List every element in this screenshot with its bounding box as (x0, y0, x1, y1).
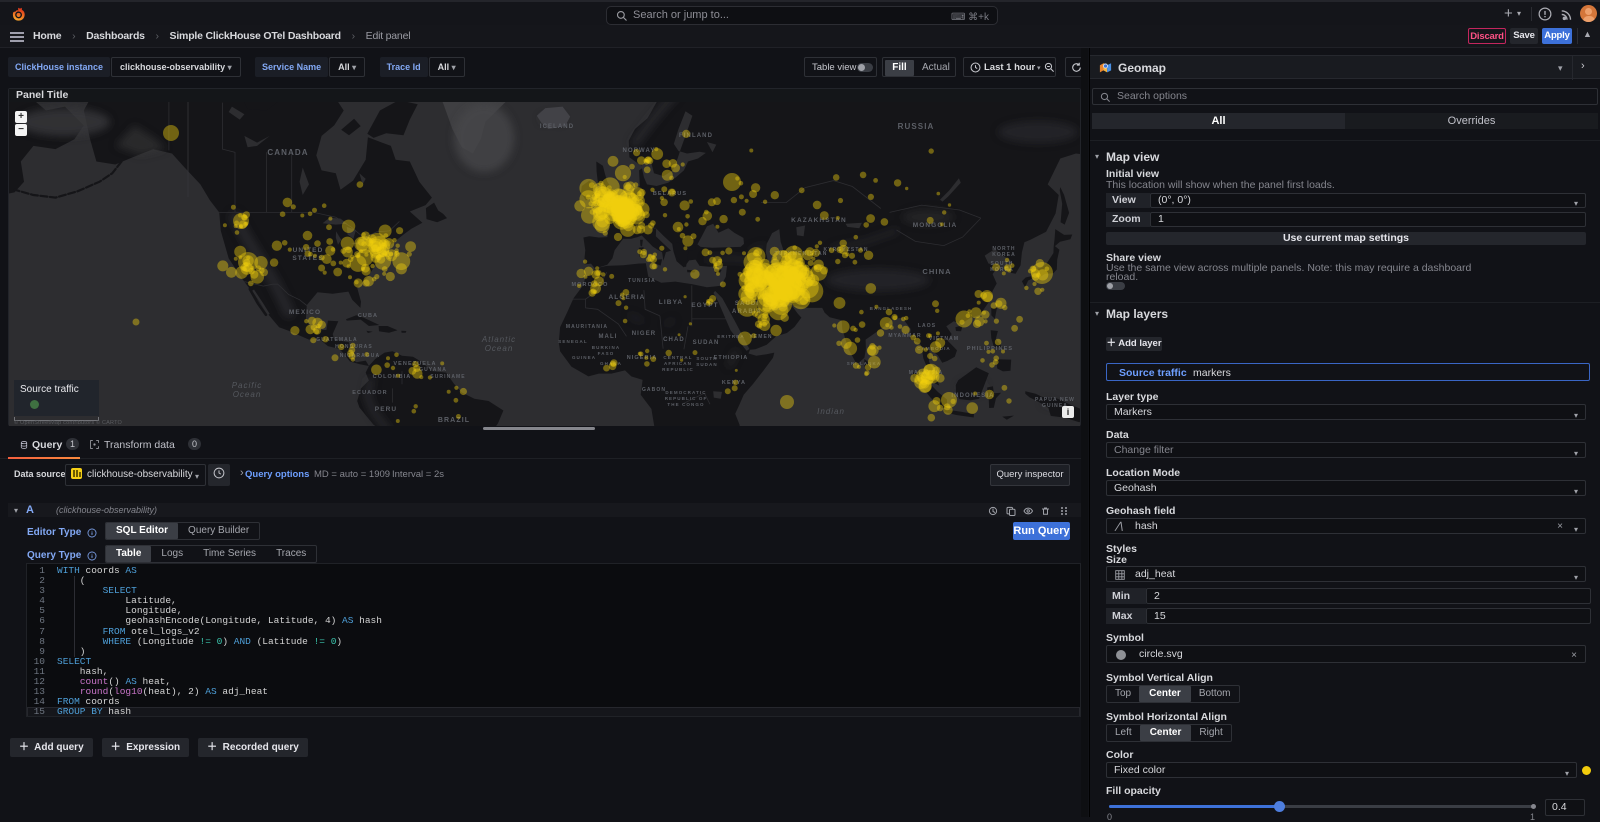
svg-text:MALI: MALI (598, 334, 617, 340)
svg-text:Ocean: Ocean (233, 390, 262, 399)
svg-text:BRAZIL: BRAZIL (438, 417, 470, 424)
svg-text:LAOS: LAOS (918, 323, 936, 329)
svg-text:MONGOLIA: MONGOLIA (913, 222, 958, 229)
svg-text:Indian: Indian (817, 407, 845, 416)
svg-text:AFRICAN: AFRICAN (664, 361, 692, 366)
svg-text:Pacific: Pacific (232, 381, 263, 390)
svg-text:MEXICO: MEXICO (289, 309, 321, 316)
svg-text:REPUBLIC: REPUBLIC (662, 367, 694, 372)
svg-text:KOREA: KOREA (992, 252, 1016, 258)
svg-text:GABON: GABON (642, 387, 666, 393)
svg-text:NIGER: NIGER (632, 331, 657, 337)
svg-text:ETHIOPIA: ETHIOPIA (714, 355, 749, 361)
svg-text:TUNISIA: TUNISIA (628, 278, 656, 284)
svg-text:THE CONGO: THE CONGO (667, 402, 704, 407)
svg-text:GUINEA: GUINEA (572, 355, 596, 360)
svg-text:Ocean: Ocean (485, 344, 514, 353)
svg-text:COLOMBIA: COLOMBIA (373, 374, 412, 380)
svg-text:CANADA: CANADA (267, 148, 308, 157)
svg-text:REPUBLIC OF: REPUBLIC OF (665, 396, 708, 401)
svg-text:SURINAME: SURINAME (430, 374, 465, 380)
svg-text:SUDAN: SUDAN (696, 362, 718, 367)
svg-text:PERU: PERU (375, 406, 397, 413)
svg-text:ICELAND: ICELAND (540, 124, 574, 130)
svg-text:SENEGAL: SENEGAL (558, 339, 587, 344)
svg-text:RUSSIA: RUSSIA (898, 122, 935, 131)
svg-text:SOUTH: SOUTH (696, 356, 717, 361)
svg-text:NICARAGUA: NICARAGUA (340, 353, 380, 359)
svg-text:EGYPT: EGYPT (691, 302, 719, 309)
svg-text:CUBA: CUBA (358, 313, 378, 319)
svg-text:CHAD: CHAD (663, 337, 685, 343)
svg-text:ECUADOR: ECUADOR (352, 390, 388, 396)
svg-text:LIBYA: LIBYA (659, 299, 683, 306)
svg-text:SUDAN: SUDAN (693, 340, 720, 346)
svg-text:FASO: FASO (598, 351, 615, 356)
svg-text:CHINA: CHINA (922, 267, 951, 276)
svg-text:DEMOCRATIC: DEMOCRATIC (665, 390, 706, 395)
svg-text:BURKINA: BURKINA (592, 345, 620, 350)
svg-text:MAURITANIA: MAURITANIA (566, 324, 608, 330)
svg-text:Atlantic: Atlantic (481, 335, 516, 344)
svg-text:GUYANA: GUYANA (419, 367, 447, 373)
